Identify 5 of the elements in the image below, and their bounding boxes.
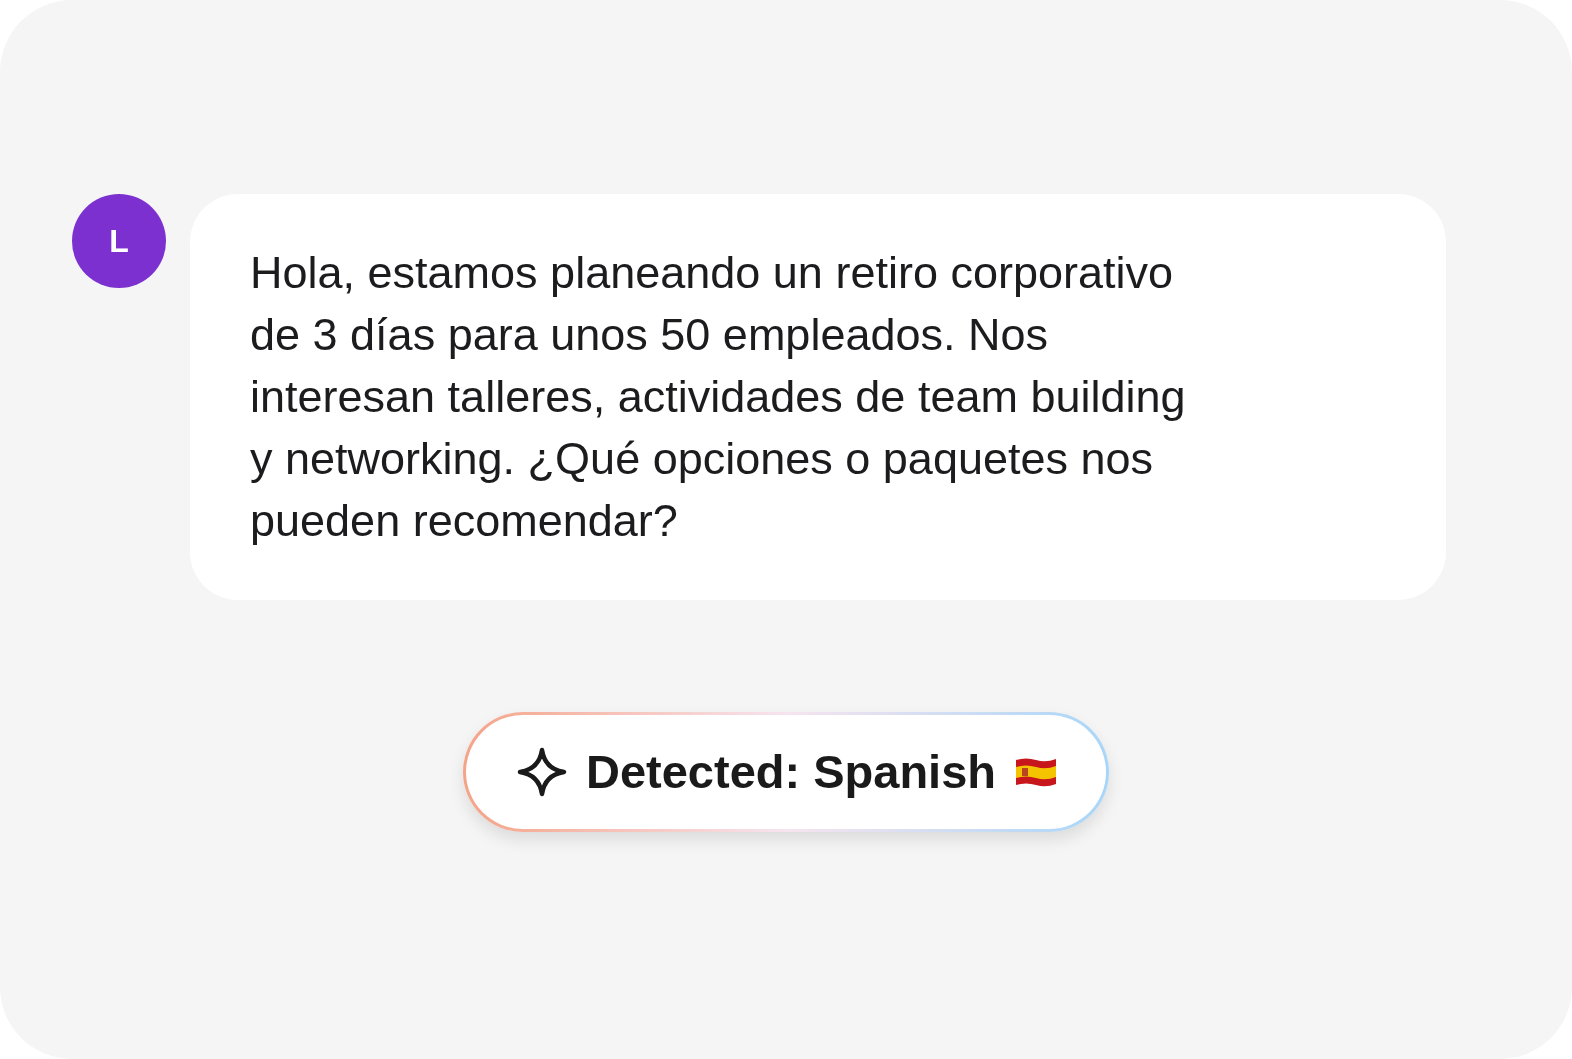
user-avatar: L	[72, 194, 166, 288]
message-text: Hola, estamos planeando un retiro corporativo de 3 días para unos 50 empleados. Nos interesan talleres, actividades de team building y networking. ¿Qué opciones o paquetes nos pueden recomendar?	[250, 246, 1187, 548]
detected-language-label: Detected: Spanish	[585, 743, 996, 800]
sparkle-icon	[515, 746, 568, 798]
flag-icon	[1014, 756, 1058, 788]
